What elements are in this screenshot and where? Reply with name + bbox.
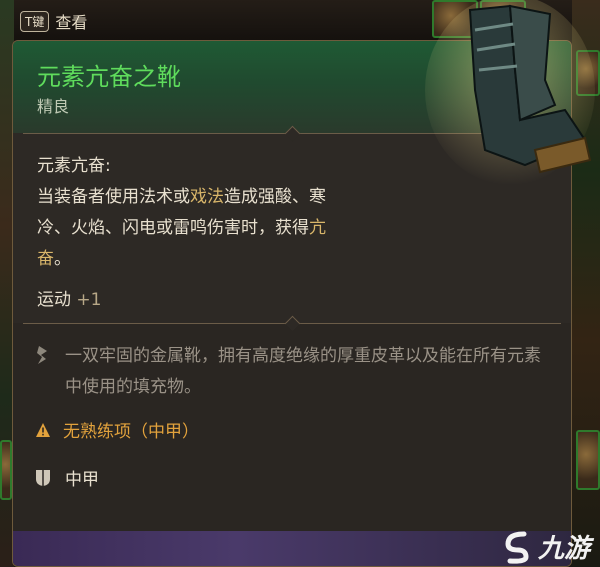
armor-icon — [36, 469, 50, 486]
armor-type-row: 中甲 — [35, 465, 99, 490]
inspect-label: 查看 — [55, 13, 88, 32]
effect-line: 当装备者使用法术或戏法造成强酸、寒 — [37, 187, 326, 207]
inventory-slot[interactable] — [576, 430, 600, 490]
inventory-slot[interactable] — [0, 440, 12, 500]
boots-icon — [425, 0, 595, 185]
key-hint-icon: T键 — [20, 10, 50, 32]
stat-name: 运动 — [37, 290, 71, 310]
proficiency-warning: 无熟练项（中甲） — [35, 417, 199, 442]
item-rarity: 精良 — [37, 97, 70, 116]
description-row: 一双牢固的金属靴，拥有高度绝缘的厚重皮革以及能在所有元素中使用的填充物。 — [35, 341, 555, 403]
item-description: 一双牢固的金属靴，拥有高度绝缘的厚重皮革以及能在所有元素中使用的填充物。 — [65, 346, 541, 397]
stat-bonus: 运动 +1 — [37, 285, 101, 310]
watermark: 九游 — [500, 528, 590, 565]
effect-title: 元素亢奋: — [37, 156, 111, 176]
inspect-hint[interactable]: T键 查看 — [20, 9, 87, 33]
warning-text: 无熟练项（中甲） — [63, 422, 199, 442]
item-name: 元素亢奋之靴 — [37, 63, 181, 91]
armor-type: 中甲 — [65, 470, 99, 490]
watermark-logo-icon — [505, 531, 529, 564]
watermark-text: 九游 — [537, 534, 590, 564]
quill-icon — [37, 346, 47, 364]
stat-value: +1 — [76, 290, 102, 310]
effect-line: 冷、火焰、闪电或雷鸣伤害时，获得亢 — [37, 218, 326, 238]
tooltip-footer — [13, 531, 571, 566]
effect-line: 奋。 — [37, 249, 71, 269]
item-effect: 元素亢奋: 当装备者使用法术或戏法造成强酸、寒 冷、火焰、闪电或雷鸣伤害时，获得… — [37, 151, 397, 275]
warning-icon — [36, 422, 50, 437]
